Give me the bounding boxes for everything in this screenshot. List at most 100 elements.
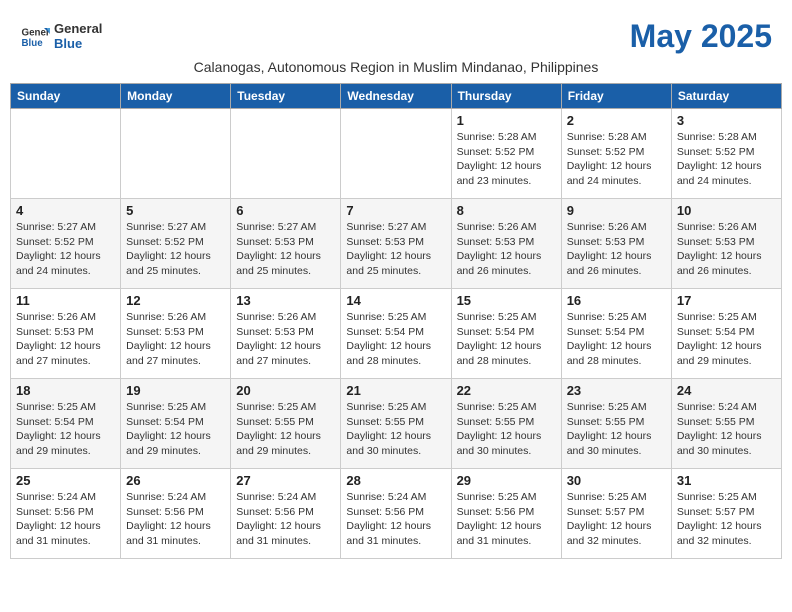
day-cell: 22 Sunrise: 5:25 AM Sunset: 5:55 PM Dayli… xyxy=(451,379,561,469)
day-number: 6 xyxy=(236,203,335,218)
svg-text:Blue: Blue xyxy=(22,38,44,49)
day-info: Sunrise: 5:25 AM Sunset: 5:55 PM Dayligh… xyxy=(457,400,556,459)
day-cell: 5 Sunrise: 5:27 AM Sunset: 5:52 PM Daylig… xyxy=(121,199,231,289)
day-cell xyxy=(231,109,341,199)
day-number: 8 xyxy=(457,203,556,218)
logo: General Blue General Blue xyxy=(20,22,102,52)
day-number: 17 xyxy=(677,293,776,308)
calendar-body: 1 Sunrise: 5:28 AM Sunset: 5:52 PM Daylig… xyxy=(11,109,782,559)
day-cell: 28Sunrise: 5:24 AM Sunset: 5:56 PM Dayli… xyxy=(341,469,451,559)
weekday-saturday: Saturday xyxy=(671,84,781,109)
day-cell: 12 Sunrise: 5:26 AM Sunset: 5:53 PM Dayli… xyxy=(121,289,231,379)
logo-general: General xyxy=(54,22,102,36)
day-info: Sunrise: 5:26 AM Sunset: 5:53 PM Dayligh… xyxy=(567,220,666,279)
day-number: 4 xyxy=(16,203,115,218)
day-info: Sunrise: 5:25 AM Sunset: 5:55 PM Dayligh… xyxy=(236,400,335,459)
day-number: 1 xyxy=(457,113,556,128)
logo-icon: General Blue xyxy=(20,22,50,52)
day-info: Sunrise: 5:28 AM Sunset: 5:52 PM Dayligh… xyxy=(567,130,666,189)
day-info: Sunrise: 5:27 AM Sunset: 5:53 PM Dayligh… xyxy=(346,220,445,279)
day-info: Sunrise: 5:25 AM Sunset: 5:56 PM Dayligh… xyxy=(457,490,556,549)
day-info: Sunrise: 5:25 AM Sunset: 5:57 PM Dayligh… xyxy=(677,490,776,549)
day-number: 5 xyxy=(126,203,225,218)
week-row-5: 25 Sunrise: 5:24 AM Sunset: 5:56 PM Dayli… xyxy=(11,469,782,559)
day-info: Sunrise: 5:27 AM Sunset: 5:52 PM Dayligh… xyxy=(126,220,225,279)
day-cell: 19Sunrise: 5:25 AM Sunset: 5:54 PM Dayli… xyxy=(121,379,231,469)
day-cell: 15 Sunrise: 5:25 AM Sunset: 5:54 PM Dayli… xyxy=(451,289,561,379)
day-info: Sunrise: 5:27 AM Sunset: 5:53 PM Dayligh… xyxy=(236,220,335,279)
day-cell: 16 Sunrise: 5:25 AM Sunset: 5:54 PM Dayli… xyxy=(561,289,671,379)
day-number: 15 xyxy=(457,293,556,308)
day-info: Sunrise: 5:25 AM Sunset: 5:54 PM Dayligh… xyxy=(567,310,666,369)
day-cell: 14Sunrise: 5:25 AM Sunset: 5:54 PM Dayli… xyxy=(341,289,451,379)
day-info: Sunrise: 5:25 AM Sunset: 5:55 PM Dayligh… xyxy=(346,400,445,459)
day-info: Sunrise: 5:25 AM Sunset: 5:55 PM Dayligh… xyxy=(567,400,666,459)
day-number: 30 xyxy=(567,473,666,488)
weekday-tuesday: Tuesday xyxy=(231,84,341,109)
day-cell: 27 Sunrise: 5:24 AM Sunset: 5:56 PM Dayli… xyxy=(231,469,341,559)
day-info: Sunrise: 5:26 AM Sunset: 5:53 PM Dayligh… xyxy=(236,310,335,369)
day-cell: 23 Sunrise: 5:25 AM Sunset: 5:55 PM Dayli… xyxy=(561,379,671,469)
day-info: Sunrise: 5:25 AM Sunset: 5:54 PM Dayligh… xyxy=(677,310,776,369)
day-number: 12 xyxy=(126,293,225,308)
weekday-sunday: Sunday xyxy=(11,84,121,109)
day-number: 20 xyxy=(236,383,335,398)
calendar-table: SundayMondayTuesdayWednesdayThursdayFrid… xyxy=(10,83,782,559)
day-cell xyxy=(11,109,121,199)
day-cell: 18 Sunrise: 5:25 AM Sunset: 5:54 PM Dayli… xyxy=(11,379,121,469)
day-cell: 30 Sunrise: 5:25 AM Sunset: 5:57 PM Dayli… xyxy=(561,469,671,559)
day-number: 31 xyxy=(677,473,776,488)
day-cell: 29 Sunrise: 5:25 AM Sunset: 5:56 PM Dayli… xyxy=(451,469,561,559)
day-info: Sunrise: 5:26 AM Sunset: 5:53 PM Dayligh… xyxy=(677,220,776,279)
day-info: Sunrise: 5:24 AM Sunset: 5:55 PM Dayligh… xyxy=(677,400,776,459)
day-number: 18 xyxy=(16,383,115,398)
day-number: 13 xyxy=(236,293,335,308)
day-cell: 24Sunrise: 5:24 AM Sunset: 5:55 PM Dayli… xyxy=(671,379,781,469)
day-info: Sunrise: 5:24 AM Sunset: 5:56 PM Dayligh… xyxy=(16,490,115,549)
calendar-subtitle: Calanogas, Autonomous Region in Muslim M… xyxy=(10,59,782,83)
weekday-thursday: Thursday xyxy=(451,84,561,109)
day-number: 3 xyxy=(677,113,776,128)
weekday-wednesday: Wednesday xyxy=(341,84,451,109)
day-cell: 7 Sunrise: 5:27 AM Sunset: 5:53 PM Daylig… xyxy=(341,199,451,289)
day-info: Sunrise: 5:27 AM Sunset: 5:52 PM Dayligh… xyxy=(16,220,115,279)
day-cell: 1 Sunrise: 5:28 AM Sunset: 5:52 PM Daylig… xyxy=(451,109,561,199)
day-number: 27 xyxy=(236,473,335,488)
calendar-header: SundayMondayTuesdayWednesdayThursdayFrid… xyxy=(11,84,782,109)
day-number: 28 xyxy=(346,473,445,488)
day-cell xyxy=(341,109,451,199)
day-number: 29 xyxy=(457,473,556,488)
day-info: Sunrise: 5:24 AM Sunset: 5:56 PM Dayligh… xyxy=(236,490,335,549)
day-number: 22 xyxy=(457,383,556,398)
day-info: Sunrise: 5:26 AM Sunset: 5:53 PM Dayligh… xyxy=(16,310,115,369)
day-info: Sunrise: 5:25 AM Sunset: 5:54 PM Dayligh… xyxy=(457,310,556,369)
day-cell: 11 Sunrise: 5:26 AM Sunset: 5:53 PM Dayli… xyxy=(11,289,121,379)
day-number: 7 xyxy=(346,203,445,218)
day-cell: 2Sunrise: 5:28 AM Sunset: 5:52 PM Daylig… xyxy=(561,109,671,199)
weekday-monday: Monday xyxy=(121,84,231,109)
day-info: Sunrise: 5:28 AM Sunset: 5:52 PM Dayligh… xyxy=(457,130,556,189)
day-number: 16 xyxy=(567,293,666,308)
day-number: 23 xyxy=(567,383,666,398)
day-info: Sunrise: 5:25 AM Sunset: 5:57 PM Dayligh… xyxy=(567,490,666,549)
day-number: 11 xyxy=(16,293,115,308)
day-number: 26 xyxy=(126,473,225,488)
day-cell: 31 Sunrise: 5:25 AM Sunset: 5:57 PM Dayli… xyxy=(671,469,781,559)
day-number: 9 xyxy=(567,203,666,218)
logo-blue: Blue xyxy=(54,37,102,51)
day-cell: 21Sunrise: 5:25 AM Sunset: 5:55 PM Dayli… xyxy=(341,379,451,469)
day-info: Sunrise: 5:25 AM Sunset: 5:54 PM Dayligh… xyxy=(16,400,115,459)
day-cell: 3Sunrise: 5:28 AM Sunset: 5:52 PM Daylig… xyxy=(671,109,781,199)
week-row-1: 1 Sunrise: 5:28 AM Sunset: 5:52 PM Daylig… xyxy=(11,109,782,199)
day-info: Sunrise: 5:26 AM Sunset: 5:53 PM Dayligh… xyxy=(457,220,556,279)
day-info: Sunrise: 5:26 AM Sunset: 5:53 PM Dayligh… xyxy=(126,310,225,369)
day-cell: 26 Sunrise: 5:24 AM Sunset: 5:56 PM Dayli… xyxy=(121,469,231,559)
month-title: May 2025 xyxy=(630,18,772,55)
day-cell: 17 Sunrise: 5:25 AM Sunset: 5:54 PM Dayli… xyxy=(671,289,781,379)
day-number: 25 xyxy=(16,473,115,488)
header: General Blue General Blue May 2025 xyxy=(10,10,782,59)
weekday-header-row: SundayMondayTuesdayWednesdayThursdayFrid… xyxy=(11,84,782,109)
day-info: Sunrise: 5:25 AM Sunset: 5:54 PM Dayligh… xyxy=(126,400,225,459)
day-info: Sunrise: 5:24 AM Sunset: 5:56 PM Dayligh… xyxy=(126,490,225,549)
day-cell: 4 Sunrise: 5:27 AM Sunset: 5:52 PM Daylig… xyxy=(11,199,121,289)
